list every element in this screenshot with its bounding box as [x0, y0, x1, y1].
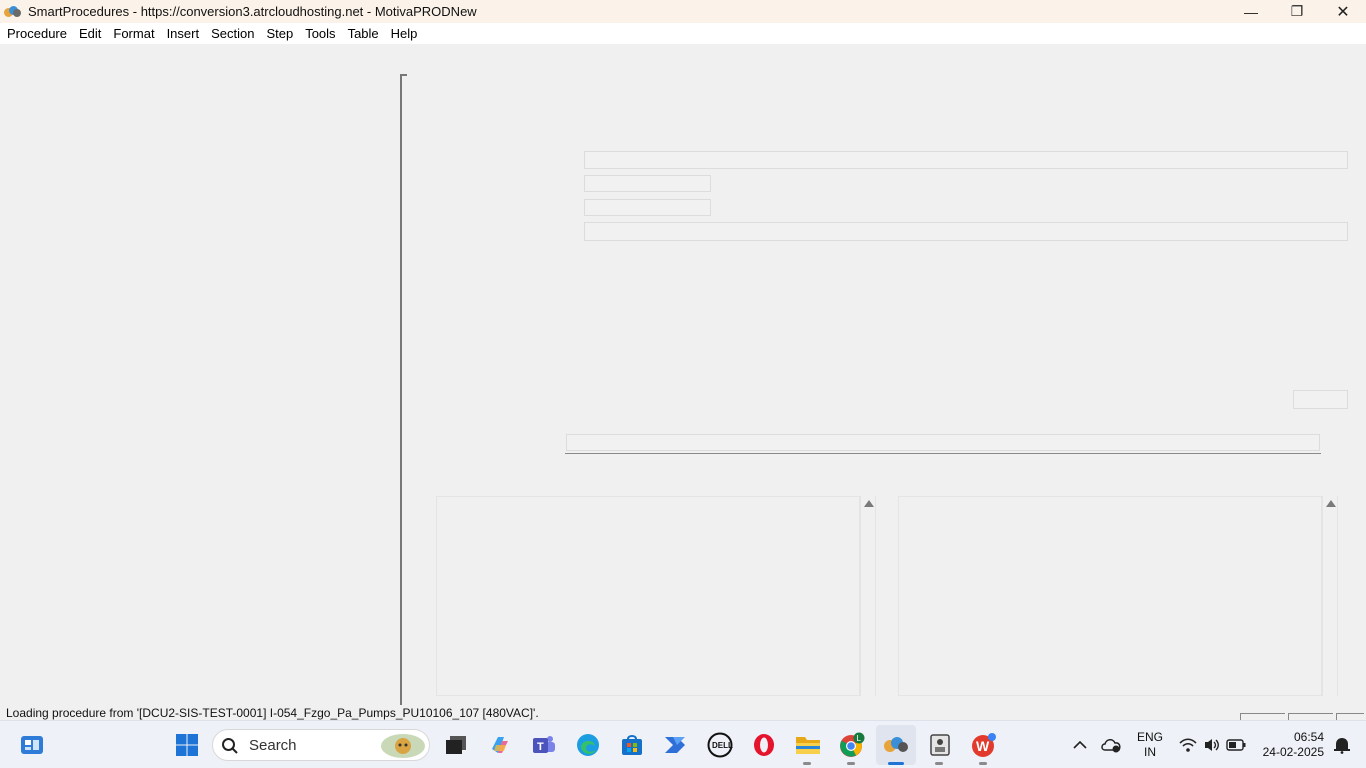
teams-icon[interactable]: T: [530, 731, 558, 759]
svg-text:DELL: DELL: [712, 741, 733, 750]
dell-icon[interactable]: DELL: [706, 731, 734, 759]
menu-edit[interactable]: Edit: [73, 23, 107, 44]
clock-date: 24-02-2025: [1262, 745, 1324, 759]
section-header-field[interactable]: [566, 434, 1320, 451]
notification-icon[interactable]: [1328, 731, 1356, 759]
status-message: Loading procedure from '[DCU2-SIS-TEST-0…: [6, 706, 539, 720]
menu-procedure[interactable]: Procedure: [1, 23, 73, 44]
menu-tools[interactable]: Tools: [299, 23, 341, 44]
scroll-up-arrow-icon[interactable]: [1326, 500, 1336, 507]
microsoft-store-icon[interactable]: [618, 731, 646, 759]
procedure-title-field[interactable]: [584, 151, 1348, 169]
taskbar: Search T DELL L W ENG IN 06:54 24-02-202…: [0, 720, 1366, 768]
menu-section[interactable]: Section: [205, 23, 260, 44]
opera-icon[interactable]: [750, 731, 778, 759]
menu-table[interactable]: Table: [342, 23, 385, 44]
section-divider: [565, 453, 1321, 454]
taskbar-search-box[interactable]: Search: [212, 729, 430, 761]
app-logo-icon: [4, 5, 22, 19]
menu-insert[interactable]: Insert: [161, 23, 206, 44]
smartprocedures-window: SmartProcedures - https://conversion3.at…: [0, 0, 1366, 768]
start-windows-icon[interactable]: [173, 731, 201, 759]
search-icon: [222, 738, 238, 754]
status-bar: Loading procedure from '[DCU2-SIS-TEST-0…: [0, 705, 1366, 720]
region-label: IN: [1144, 745, 1156, 759]
edge-icon[interactable]: [574, 731, 602, 759]
left-list-panel[interactable]: [436, 496, 860, 696]
search-highlight-icon: [381, 734, 425, 758]
smartprocedures-taskbar-icon[interactable]: [882, 731, 910, 759]
navigation-pane[interactable]: [0, 44, 399, 704]
right-panel-scrollbar[interactable]: [1322, 496, 1338, 696]
language-indicator[interactable]: ENG IN: [1132, 730, 1168, 760]
chrome-running-indicator: [847, 762, 855, 765]
menu-bar: Procedure Edit Format Insert Section Ste…: [0, 23, 1366, 44]
status-pane-1: [1240, 713, 1285, 720]
svg-text:T: T: [537, 741, 544, 753]
copilot-icon[interactable]: [486, 731, 514, 759]
search-placeholder: Search: [249, 736, 297, 754]
chrome-profile-badge: L: [857, 734, 862, 743]
right-list-panel[interactable]: [898, 496, 1322, 696]
power-automate-icon[interactable]: [662, 731, 690, 759]
main-content: [0, 44, 1366, 720]
close-button[interactable]: ✕: [1320, 0, 1366, 23]
menu-step[interactable]: Step: [260, 23, 299, 44]
left-panel-scrollbar[interactable]: [860, 496, 876, 696]
procedure-number-field[interactable]: [584, 175, 711, 192]
smartprocedures-running-indicator: [888, 762, 904, 765]
onedrive-sync-icon[interactable]: [1098, 731, 1126, 759]
wps-office-icon[interactable]: W: [970, 731, 998, 759]
status-pane-3: [1336, 713, 1364, 720]
chevron-up-icon[interactable]: [1066, 731, 1094, 759]
file-explorer-icon[interactable]: [794, 731, 822, 759]
minimize-button[interactable]: —: [1228, 0, 1274, 23]
window-title: SmartProcedures - https://conversion3.at…: [28, 4, 477, 19]
language-label: ENG: [1136, 730, 1163, 744]
file-explorer-running-indicator: [803, 762, 811, 765]
title-bar[interactable]: SmartProcedures - https://conversion3.at…: [0, 0, 1366, 23]
chrome-icon[interactable]: L: [838, 731, 866, 759]
menu-help[interactable]: Help: [385, 23, 424, 44]
procedure-revision-field[interactable]: [584, 199, 711, 216]
battery-icon[interactable]: [1222, 731, 1250, 759]
clock-time: 06:54: [1293, 730, 1324, 744]
widgets-icon[interactable]: [18, 731, 46, 759]
status-pane-2: [1288, 713, 1333, 720]
scroll-up-arrow-icon[interactable]: [864, 500, 874, 507]
svg-text:W: W: [976, 738, 990, 754]
menu-format[interactable]: Format: [107, 23, 160, 44]
task-view-icon[interactable]: [442, 731, 470, 759]
small-action-button[interactable]: [1293, 390, 1348, 409]
wps-running-indicator: [979, 762, 987, 765]
remote-app-icon[interactable]: [926, 731, 954, 759]
maximize-button[interactable]: ❐: [1274, 0, 1320, 23]
procedure-description-field[interactable]: [584, 222, 1348, 241]
remote-app-running-indicator: [935, 762, 943, 765]
pane-splitter[interactable]: [400, 74, 407, 708]
clock[interactable]: 06:54 24-02-2025: [1254, 730, 1330, 760]
